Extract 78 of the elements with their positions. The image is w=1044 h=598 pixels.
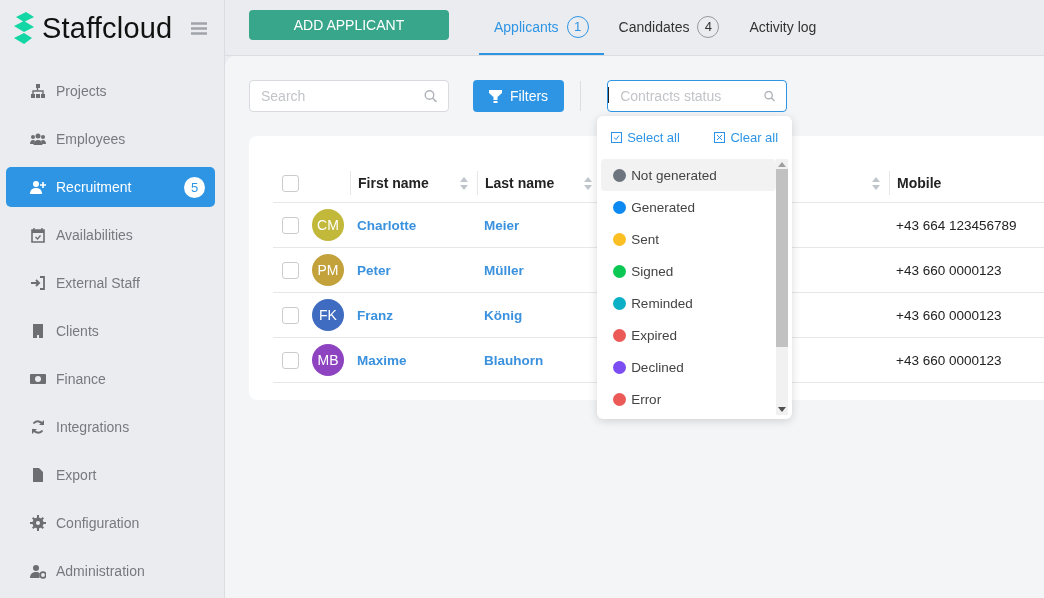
- nav-icon: [30, 515, 46, 531]
- scroll-down-icon[interactable]: [778, 407, 787, 412]
- sidebar-item[interactable]: Administration: [6, 551, 215, 591]
- logo-icon: [13, 12, 35, 44]
- last-name-link[interactable]: Müller: [477, 262, 524, 278]
- avatar: PM: [312, 254, 344, 286]
- sidebar-item[interactable]: Configuration: [6, 503, 215, 543]
- sidebar-item[interactable]: Availabilities: [6, 215, 215, 255]
- last-name-link[interactable]: Blauhorn: [477, 352, 544, 368]
- tab[interactable]: Candidates 4: [603, 0, 735, 55]
- nav-icon: [30, 563, 46, 579]
- sidebar-item[interactable]: Employees: [6, 119, 215, 159]
- sidebar-item[interactable]: Finance: [6, 359, 215, 399]
- sidebar-item[interactable]: Export: [6, 455, 215, 495]
- sort-icon[interactable]: [459, 176, 469, 190]
- first-name-link[interactable]: Charlotte: [350, 217, 417, 233]
- scroll-up-icon[interactable]: [778, 162, 787, 167]
- mobile-cell-text: +43 660 0000123: [895, 262, 1002, 278]
- column-header[interactable]: Last name: [485, 175, 555, 191]
- status-option[interactable]: Error: [601, 383, 777, 415]
- contracts-status-field[interactable]: Contracts status: [607, 80, 788, 112]
- avatar: MB: [312, 344, 344, 376]
- nav-icon: [30, 371, 46, 387]
- status-option[interactable]: Declined: [601, 351, 777, 383]
- nav-icon: [30, 83, 46, 99]
- scrollbar[interactable]: [776, 159, 789, 415]
- first-name-link[interactable]: Franz: [350, 307, 393, 323]
- menu-icon[interactable]: [191, 21, 208, 35]
- status-option[interactable]: Signed: [601, 255, 777, 287]
- sidebar-item[interactable]: Projects: [6, 71, 215, 111]
- status-option[interactable]: Generated: [601, 191, 777, 223]
- first-name-link[interactable]: Peter: [350, 262, 391, 278]
- first-name-link[interactable]: Maxime: [350, 352, 407, 368]
- status-option[interactable]: Not generated: [601, 159, 777, 191]
- checkbox[interactable]: [282, 174, 299, 192]
- filters-button[interactable]: Filters: [473, 80, 565, 112]
- checkbox[interactable]: [282, 216, 299, 234]
- select-all-link[interactable]: Select all: [611, 130, 680, 145]
- funnel-icon: [489, 89, 502, 103]
- close-icon: [714, 132, 726, 143]
- sort-icon[interactable]: [583, 176, 593, 190]
- clear-all-link[interactable]: Clear all: [714, 130, 779, 145]
- nav-icon: [30, 419, 46, 435]
- sort-icon[interactable]: [871, 176, 881, 190]
- mobile-cell-text: +43 664 123456789: [895, 217, 1017, 233]
- search-icon: [764, 90, 776, 102]
- status-option[interactable]: Reminded: [601, 287, 777, 319]
- avatar: FK: [312, 299, 344, 331]
- checkbox-icon: [611, 132, 623, 143]
- checkbox[interactable]: [282, 351, 299, 369]
- add-applicant-button[interactable]: ADD APPLICANT: [249, 9, 449, 40]
- nav-icon: [30, 131, 46, 147]
- column-header[interactable]: Mobile: [897, 175, 942, 191]
- checkbox[interactable]: [282, 306, 299, 324]
- tab[interactable]: Activity log: [734, 0, 832, 55]
- text-cursor: [608, 87, 610, 103]
- sidebar-item[interactable]: Clients: [6, 311, 215, 351]
- search-field[interactable]: Search: [249, 80, 449, 112]
- checkbox[interactable]: [282, 261, 299, 279]
- last-name-link[interactable]: König: [477, 307, 523, 323]
- mobile-cell-text: +43 660 0000123: [895, 352, 1002, 368]
- status-option[interactable]: Expired: [601, 319, 777, 351]
- nav-icon: [30, 275, 46, 291]
- nav-icon: [30, 323, 46, 339]
- search-icon: [424, 89, 437, 103]
- count-badge: 5: [184, 176, 205, 198]
- sidebar-item[interactable]: External Staff: [6, 263, 215, 303]
- column-header[interactable]: First name: [358, 175, 429, 191]
- nav-icon: [30, 467, 46, 483]
- status-option[interactable]: Sent: [601, 223, 777, 255]
- nav-icon: [30, 179, 46, 195]
- last-name-link[interactable]: Meier: [477, 217, 520, 233]
- sidebar-item[interactable]: Integrations: [6, 407, 215, 447]
- nav-icon: [30, 227, 46, 243]
- sidebar-item[interactable]: Recruitment 5: [6, 167, 215, 207]
- avatar: CM: [312, 209, 344, 241]
- brand-name: Staffcloud: [42, 11, 173, 45]
- mobile-cell-text: +43 660 0000123: [895, 307, 1002, 323]
